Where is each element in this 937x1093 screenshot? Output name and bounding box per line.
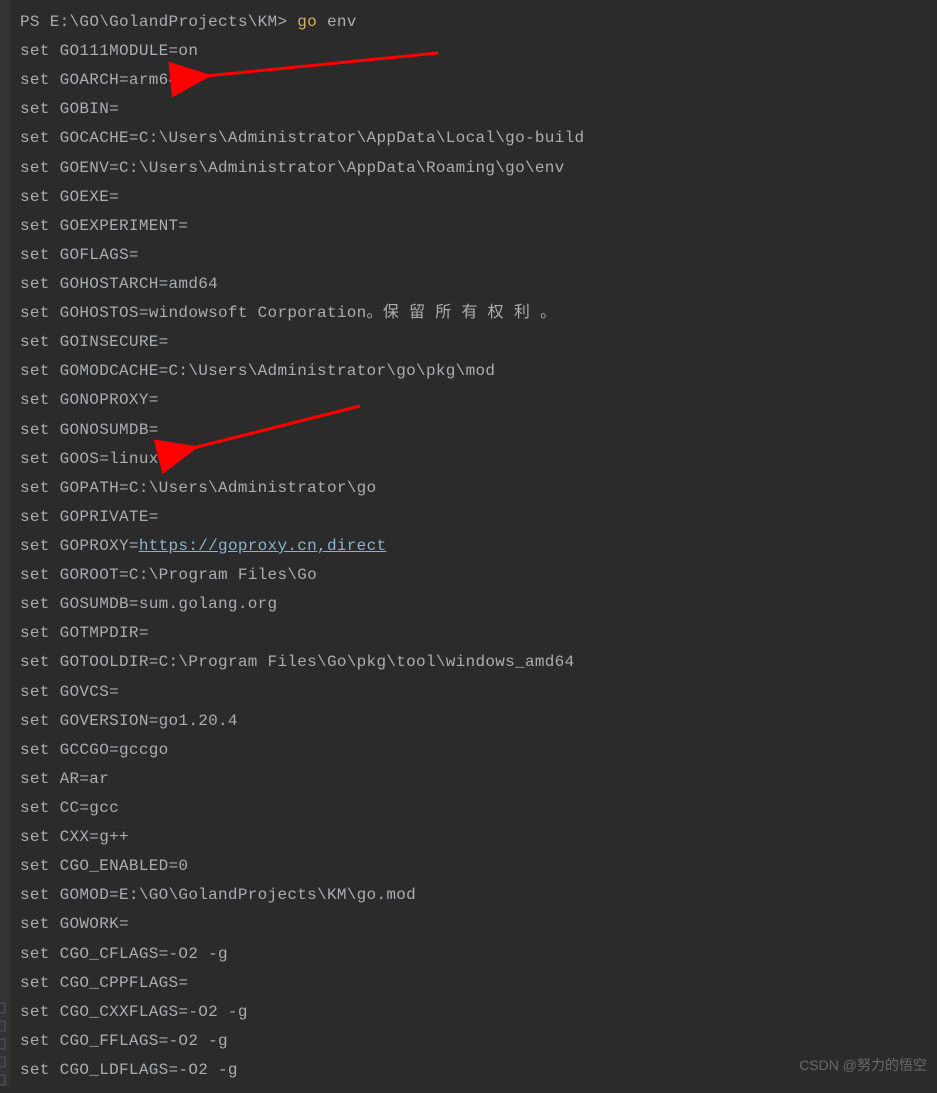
proxy-url[interactable]: https://goproxy.cn,direct <box>139 537 387 555</box>
env-line: set GOPROXY=https://goproxy.cn,direct <box>20 532 933 561</box>
env-line: set GOHOSTOS=windowsoft Corporation。保 留 … <box>20 299 933 328</box>
env-line: set CGO_CFLAGS=-O2 -g <box>20 940 933 969</box>
prompt-line: PS E:\GO\GolandProjects\KM> go env <box>20 8 933 37</box>
env-line: set GOROOT=C:\Program Files\Go <box>20 561 933 590</box>
env-line: set CGO_FFLAGS=-O2 -g <box>20 1027 933 1056</box>
env-line: set GOINSECURE= <box>20 328 933 357</box>
command-arg: env <box>327 13 357 31</box>
env-line: set GOCACHE=C:\Users\Administrator\AppDa… <box>20 124 933 153</box>
env-label: set GOPROXY= <box>20 537 139 555</box>
env-line: set GONOPROXY= <box>20 386 933 415</box>
prompt-prefix: PS <box>20 13 40 31</box>
env-line: set GOFLAGS= <box>20 241 933 270</box>
env-line: set GOWORK= <box>20 910 933 939</box>
env-line: set GOOS=linux <box>20 445 933 474</box>
env-line: set GOBIN= <box>20 95 933 124</box>
env-line: set GOMODCACHE=C:\Users\Administrator\go… <box>20 357 933 386</box>
env-line: set CGO_CPPFLAGS= <box>20 969 933 998</box>
terminal-output[interactable]: PS E:\GO\GolandProjects\KM> go env set G… <box>0 0 937 1093</box>
env-line: set CGO_CXXFLAGS=-O2 -g <box>20 998 933 1027</box>
env-line: set CGO_ENABLED=0 <box>20 852 933 881</box>
env-line: set GOMOD=E:\GO\GolandProjects\KM\go.mod <box>20 881 933 910</box>
env-line: set GO111MODULE=on <box>20 37 933 66</box>
env-line: set GOARCH=arm64 <box>20 66 933 95</box>
env-line: set CXX=g++ <box>20 823 933 852</box>
env-line: set GCCGO=gccgo <box>20 736 933 765</box>
env-line: set GOVERSION=go1.20.4 <box>20 707 933 736</box>
env-line: set GOEXPERIMENT= <box>20 212 933 241</box>
env-line: set GOEXE= <box>20 183 933 212</box>
env-line: set GOTOOLDIR=C:\Program Files\Go\pkg\to… <box>20 648 933 677</box>
env-line: set GOPATH=C:\Users\Administrator\go <box>20 474 933 503</box>
command: go <box>297 13 317 31</box>
env-line: set CC=gcc <box>20 794 933 823</box>
env-line: set GOENV=C:\Users\Administrator\AppData… <box>20 154 933 183</box>
env-line: set GOSUMDB=sum.golang.org <box>20 590 933 619</box>
env-line: set GOPRIVATE= <box>20 503 933 532</box>
env-line: set GONOSUMDB= <box>20 416 933 445</box>
prompt-path: E:\GO\GolandProjects\KM> <box>50 13 288 31</box>
env-line: set GOVCS= <box>20 678 933 707</box>
env-line: set GOHOSTARCH=amd64 <box>20 270 933 299</box>
env-line: set CGO_LDFLAGS=-O2 -g <box>20 1056 933 1085</box>
env-line: set AR=ar <box>20 765 933 794</box>
watermark: CSDN @努力的悟空 <box>799 1053 927 1078</box>
env-line: set GOTMPDIR= <box>20 619 933 648</box>
